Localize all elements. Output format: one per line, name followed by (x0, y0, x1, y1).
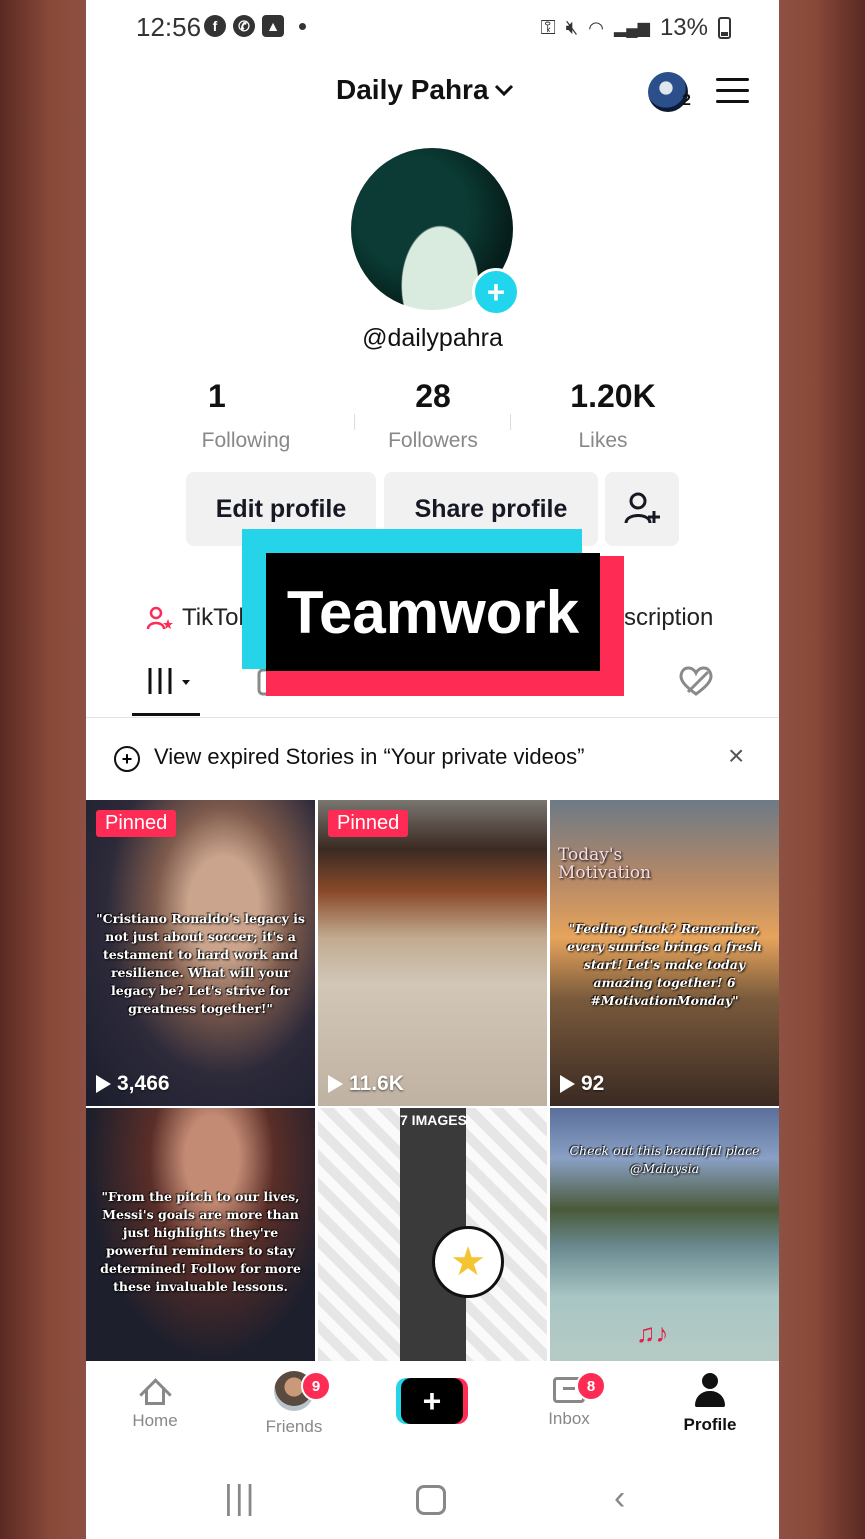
nav-home[interactable]: Home (100, 1377, 210, 1431)
gallery-icon: ▲ (262, 15, 284, 37)
pinned-badge: Pinned (96, 810, 177, 837)
nav-inbox[interactable]: Inbox 8 (514, 1371, 624, 1429)
music-notes-icon: ♫♪ (636, 1318, 669, 1348)
following-stat[interactable]: 1 Following (136, 378, 296, 453)
video-caption: "From the pitch to our lives, Messi's go… (100, 1189, 301, 1294)
wifi-icon: ◠ (588, 17, 604, 38)
whatsapp-icon: ✆ (233, 15, 255, 37)
video-tile[interactable]: 7 IMAGES ★ (318, 1108, 547, 1361)
account-count: 2 (682, 92, 691, 109)
status-bar: 12:56 f ✆ ▲ ⚿ 🔇︎ ◠ ▂▄▆ 13% (86, 0, 779, 56)
play-icon (96, 1075, 111, 1093)
video-tile[interactable]: Check out this beautiful place @Malaysia… (550, 1108, 779, 1361)
battery-percent: 13% (659, 14, 708, 41)
menu-icon[interactable] (716, 78, 749, 104)
username: @dailypahra (362, 324, 503, 352)
video-caption: "Cristiano Ronaldo's legacy is not just … (96, 911, 305, 1016)
profile-icon (693, 1373, 727, 1409)
likes-count: 1.20K (570, 378, 656, 414)
subscription-link[interactable]: scription (624, 604, 713, 632)
friends-badge: 9 (301, 1371, 331, 1401)
followers-stat[interactable]: 28 Followers (353, 378, 513, 453)
expired-stories-banner[interactable]: + View expired Stories in “Your private … (86, 738, 779, 780)
cloud-upload-icon: + (114, 746, 140, 772)
following-count: 1 (208, 378, 226, 414)
video-caption: "Feeling stuck? Remember, every sunrise … (566, 921, 763, 1008)
plus-icon: + (401, 1378, 463, 1424)
more-notifications-dot (299, 22, 306, 30)
tiktok-studio-link[interactable]: TikTok (146, 604, 250, 632)
video-tile[interactable]: Today's Motivation "Feeling stuck? Remem… (550, 800, 779, 1106)
facebook-icon: f (204, 15, 226, 37)
phone-screen: 12:56 f ✆ ▲ ⚿ 🔇︎ ◠ ▂▄▆ 13% Daily Pahra 2… (86, 0, 779, 1539)
nav-friends-label: Friends (265, 1417, 323, 1436)
tiktok-link-label: TikTok (182, 604, 251, 631)
signal-icon: ▂▄▆ (614, 20, 650, 37)
tabs-divider (86, 717, 779, 718)
teamwork-overlay-text: Teamwork (266, 553, 600, 671)
add-friends-button[interactable] (605, 472, 679, 546)
followers-label: Followers (388, 429, 478, 452)
tab-videos[interactable] (146, 664, 196, 706)
play-icon (328, 1075, 343, 1093)
recents-icon[interactable]: ||| (224, 1479, 257, 1518)
chevron-down-icon (494, 84, 513, 97)
video-tile[interactable]: Pinned "Cristiano Ronaldo's legacy is no… (86, 800, 315, 1106)
video-caption: Check out this beautiful place @Malaysia (569, 1143, 760, 1176)
nav-friends[interactable]: Friends 9 (239, 1371, 349, 1437)
account-switcher-title[interactable]: Daily Pahra (336, 74, 515, 106)
status-time: 12:56 (136, 12, 202, 42)
view-count: 11.6K (328, 1072, 404, 1096)
followers-count: 28 (415, 378, 451, 414)
likes-stat[interactable]: 1.20K Likes (533, 378, 693, 453)
user-star-icon (146, 606, 173, 630)
account-name: Daily Pahra (336, 74, 489, 105)
active-tab-indicator (132, 713, 200, 716)
stat-divider (510, 414, 511, 430)
home-icon (139, 1377, 171, 1405)
notification-icons: f ✆ ▲ (204, 15, 306, 37)
close-icon[interactable]: × (728, 740, 744, 772)
add-user-icon (624, 492, 660, 524)
tab-liked[interactable] (676, 664, 716, 706)
video-tile[interactable]: Pinned 11.6K (318, 800, 547, 1106)
video-heading: Today's Motivation (558, 845, 652, 883)
create-button[interactable]: + (396, 1378, 468, 1424)
grid-icon (148, 668, 190, 694)
battery-icon (718, 17, 731, 39)
inbox-badge: 8 (576, 1371, 606, 1401)
nav-inbox-label: Inbox (548, 1409, 590, 1428)
nav-home-label: Home (132, 1411, 178, 1430)
view-count: 92 (560, 1072, 604, 1096)
mute-icon: 🔇︎ (565, 16, 579, 39)
likes-label: Likes (578, 429, 628, 452)
system-nav-bar: ||| ‹ (86, 1451, 779, 1539)
star-sticker-icon: ★ (432, 1226, 504, 1298)
images-tag: 7 IMAGES (400, 1112, 467, 1128)
view-count: 3,466 (96, 1072, 170, 1096)
add-photo-icon[interactable]: + (472, 268, 520, 316)
following-label: Following (201, 429, 291, 452)
home-system-icon[interactable] (416, 1479, 446, 1515)
pinned-badge: Pinned (328, 810, 409, 837)
video-tile[interactable]: "From the pitch to our lives, Messi's go… (86, 1108, 315, 1361)
play-icon (560, 1075, 575, 1093)
back-icon[interactable]: ‹ (614, 1479, 625, 1518)
status-right: ⚿ 🔇︎ ◠ ▂▄▆ 13% (540, 14, 731, 42)
key-icon: ⚿ (540, 16, 556, 39)
banner-text: View expired Stories in “Your private vi… (154, 744, 585, 769)
liked-hidden-icon (679, 666, 713, 696)
nav-profile[interactable]: Profile (655, 1373, 765, 1435)
nav-profile-label: Profile (683, 1415, 737, 1434)
